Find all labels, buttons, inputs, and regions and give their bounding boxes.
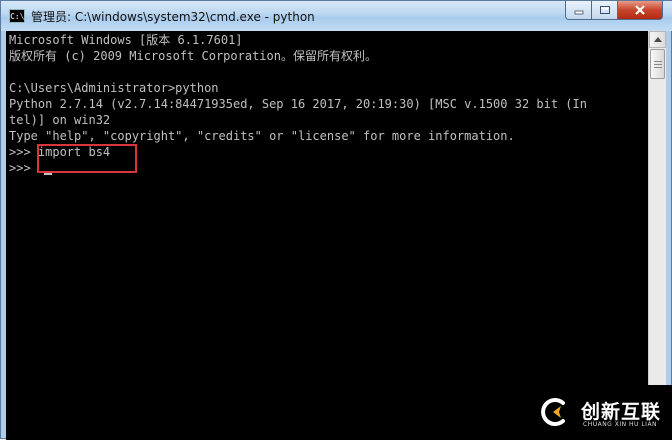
arrow-up-icon xyxy=(653,37,662,42)
highlight-box xyxy=(37,144,137,173)
maximize-button[interactable] xyxy=(591,1,618,20)
watermark-cn: 创新互联 xyxy=(581,401,662,423)
cmd-window: C:\ 管理员: C:\windows\system32\cmd.exe - p… xyxy=(0,0,672,440)
watermark-en: CHUANG XIN HU LIAN xyxy=(583,421,658,428)
console-line: Python 2.7.14 (v2.7.14:84471935ed, Sep 1… xyxy=(9,97,587,111)
window-title: 管理员: C:\windows\system32\cmd.exe - pytho… xyxy=(31,10,315,24)
console-line: Microsoft Windows [版本 6.1.7601] xyxy=(9,33,243,47)
console-line: tel)] on win32 xyxy=(9,113,111,127)
maximize-icon xyxy=(599,6,610,14)
minimize-button[interactable] xyxy=(565,1,592,20)
cmd-icon[interactable]: C:\ xyxy=(9,9,25,23)
console-line: 版权所有 (c) 2009 Microsoft Corporation。保留所有… xyxy=(9,49,377,63)
console-line: Type "help", "copyright", "credits" or "… xyxy=(9,129,515,143)
vertical-scrollbar[interactable] xyxy=(648,31,666,440)
grip-line xyxy=(654,64,662,65)
grip-line xyxy=(654,61,662,62)
title-bar[interactable]: C:\ 管理员: C:\windows\system32\cmd.exe - p… xyxy=(1,1,672,31)
console-line: C:\Users\Administrator>python xyxy=(9,81,219,95)
close-button[interactable] xyxy=(617,1,663,20)
close-icon xyxy=(635,5,645,15)
scroll-up-button[interactable] xyxy=(649,31,666,48)
brand-logo-icon xyxy=(541,398,565,426)
text-cursor xyxy=(44,173,52,175)
scrollbar-thumb[interactable] xyxy=(650,49,665,79)
watermark: 创新互联 CHUANG XIN HU LIAN xyxy=(527,385,672,440)
console-output[interactable]: Microsoft Windows [版本 6.1.7601] 版权所有 (c)… xyxy=(6,31,648,440)
minimize-icon xyxy=(574,10,583,15)
console-prompt[interactable]: >>> xyxy=(9,160,38,176)
grip-line xyxy=(654,67,662,68)
